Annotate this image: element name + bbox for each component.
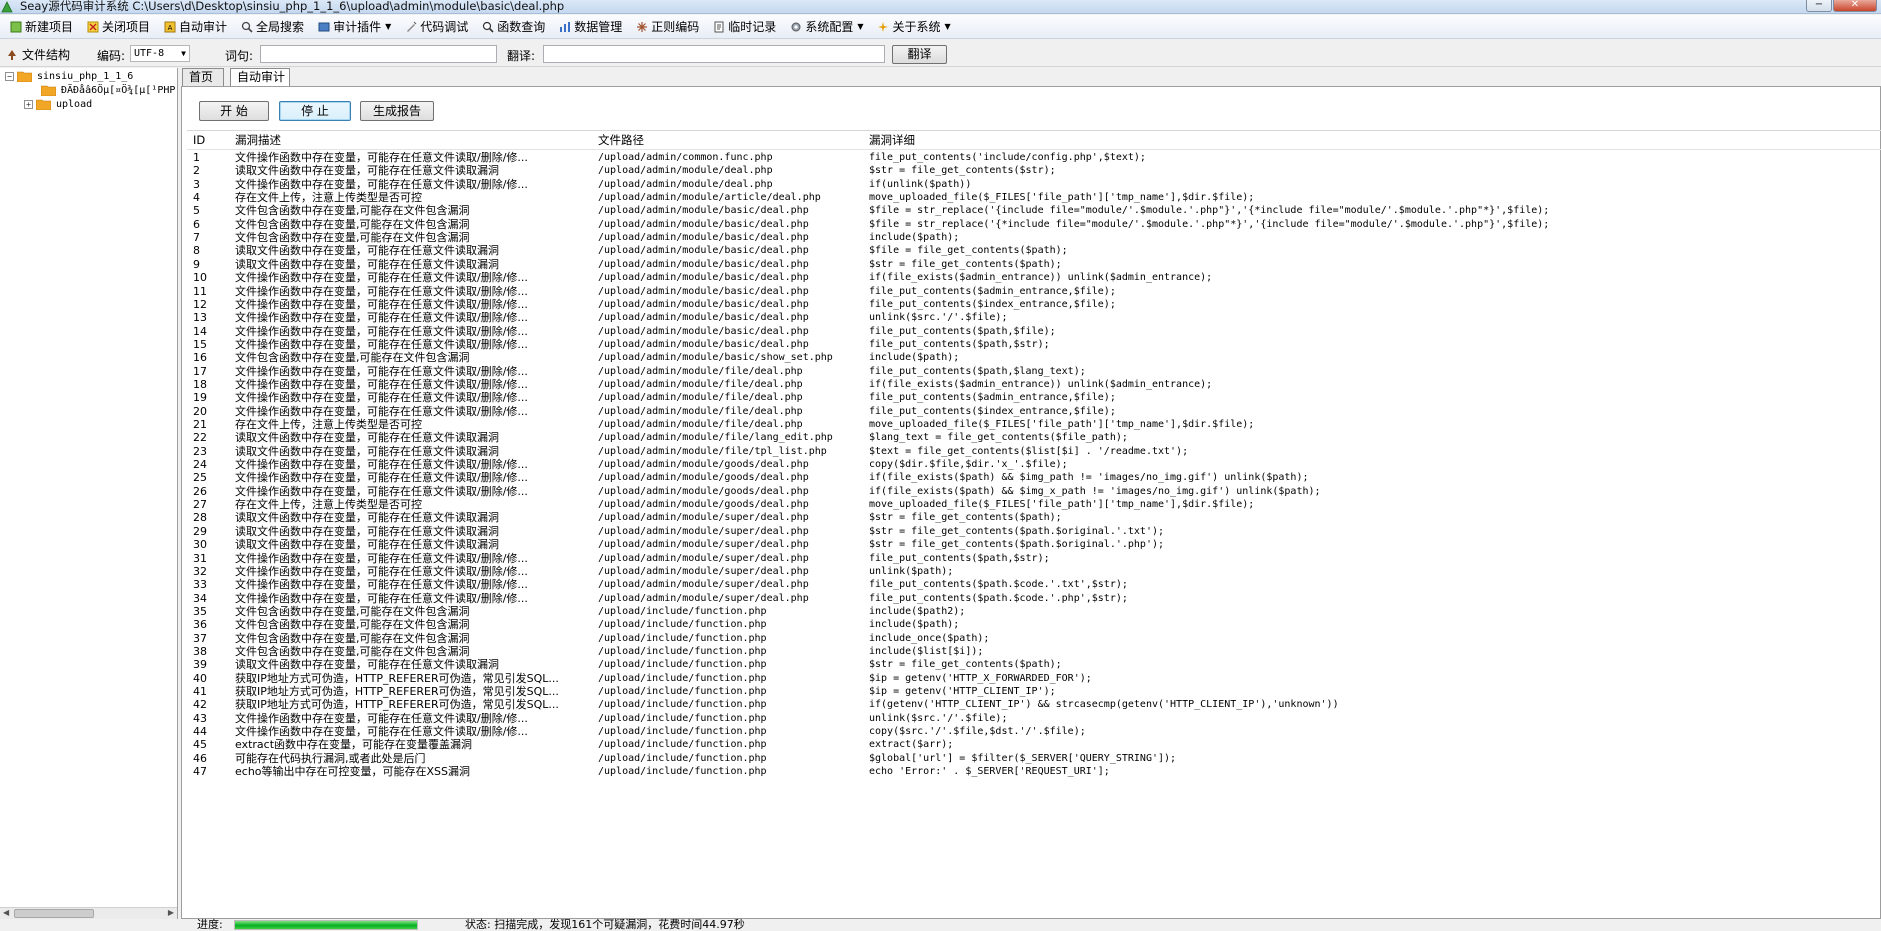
search-icon xyxy=(241,21,253,33)
menu-item-close[interactable]: 关闭项目 xyxy=(83,17,154,37)
menu-item-label: 临时记录 xyxy=(728,20,777,34)
tab-home[interactable]: 首页 xyxy=(182,68,224,87)
file-tree-toggle-button[interactable]: 文件结构 xyxy=(6,46,70,63)
menu-item-func[interactable]: 函数查询 xyxy=(478,17,549,37)
status-text: 状态: 扫描完成，发现161个可疑漏洞，花费时间44.97秒 xyxy=(465,918,745,931)
menu-item-plugin[interactable]: 审计插件 ▼ xyxy=(314,17,395,37)
menu-item-label: 关闭项目 xyxy=(102,20,151,34)
notes-icon xyxy=(714,21,724,32)
window-title: Seay源代码审计系统 C:\Users\d\Desktop\sinsiu_ph… xyxy=(20,0,565,13)
word-label: 词句: xyxy=(225,49,254,63)
table-row[interactable]: 47 echo等输出中存在可控变量，可能存在XSS漏洞/upload/includ… xyxy=(187,764,1881,780)
column-header-description[interactable]: 漏洞描述 xyxy=(235,131,571,149)
column-header-path[interactable]: 文件路径 xyxy=(598,131,863,149)
menu-item-data[interactable]: 数据管理 xyxy=(555,17,626,37)
row-detail: echo 'Error:' . $_SERVER['REQUEST_URI']; xyxy=(869,766,1110,778)
word-input[interactable] xyxy=(260,45,497,63)
row-description: echo等输出中存在可控变量，可能存在XSS漏洞 xyxy=(235,765,471,779)
menu-item-temp[interactable]: 临时记录 xyxy=(709,17,780,37)
progress-label: 进度: xyxy=(197,918,223,931)
menu-item-search[interactable]: 全局搜索 xyxy=(237,17,308,37)
row-file-path: /upload/include/function.php xyxy=(598,766,767,778)
encoding-label: 编码: xyxy=(97,49,126,63)
tree-icon xyxy=(8,49,16,60)
progress-fill xyxy=(235,921,417,929)
audit-panel: 开 始 停 止 生成报告 ID 漏洞描述 文件路径 漏洞详细 1 文件操作函数中存… xyxy=(181,86,1881,919)
menu-item-audit[interactable]: A 自动审计 xyxy=(160,17,231,37)
generate-report-button[interactable]: 生成报告 xyxy=(360,101,434,121)
tree-root-node[interactable]: − sinsiu_php_1_1_6 xyxy=(5,71,133,82)
menu-item-label: 新建项目 xyxy=(25,20,74,34)
gear-icon xyxy=(791,22,801,31)
encoding-select[interactable]: UTF-8 ▼ xyxy=(130,45,190,62)
menu-item-debug[interactable]: 代码调试 xyxy=(401,17,472,37)
file-tree-label: 文件结构 xyxy=(22,48,71,62)
menu-item-about[interactable]: 关于系统 ▼ xyxy=(873,17,954,37)
debug-icon xyxy=(407,21,417,32)
tree-horizontal-scrollbar[interactable]: ◀ ▶ xyxy=(0,907,177,919)
folder-icon xyxy=(41,85,56,96)
menu-item-label: 函数查询 xyxy=(497,20,546,34)
menu-item-config[interactable]: 系统配置 ▼ xyxy=(786,17,867,37)
menu-item-new[interactable]: 新建项目 xyxy=(6,17,77,37)
tree-node-label: upload xyxy=(56,99,93,110)
encoding-value: UTF-8 xyxy=(134,48,165,59)
expand-icon[interactable]: + xyxy=(24,100,33,109)
column-header-id[interactable]: ID xyxy=(193,131,233,149)
menu-item-label: 自动审计 xyxy=(179,20,228,34)
search-toolbar: 文件结构 编码: UTF-8 ▼ 词句: 翻译: 翻译 xyxy=(0,40,1881,67)
translate-button[interactable]: 翻译 xyxy=(892,45,947,64)
plugin-icon xyxy=(318,22,330,31)
scrollbar-thumb[interactable] xyxy=(14,909,94,918)
minimize-button[interactable]: − xyxy=(1806,0,1832,12)
row-id: 47 xyxy=(193,765,207,779)
tree-node-file[interactable]: ÐÄÐåâ6Öµ[¤Ö¾[µ[¹PHP xyxy=(41,85,175,96)
menu-item-regex[interactable]: 正则编码 xyxy=(632,17,703,37)
menu-item-label: 审计插件 xyxy=(333,20,382,34)
chevron-down-icon: ▼ xyxy=(857,22,864,31)
tree-node-label: ÐÄÐåâ6Öµ[¤Ö¾[µ[¹PHP xyxy=(61,85,176,96)
status-bar: 进度: 状态: 扫描完成，发现161个可疑漏洞，花费时间44.97秒 xyxy=(181,919,1881,931)
new-project-icon xyxy=(10,21,22,32)
menu-item-label: 关于系统 xyxy=(892,20,941,34)
translate-label: 翻译: xyxy=(507,49,536,63)
progress-bar xyxy=(234,920,418,930)
menu-item-label: 数据管理 xyxy=(574,20,623,34)
regex-icon xyxy=(637,21,648,32)
stop-button[interactable]: 停 止 xyxy=(279,101,351,121)
chevron-down-icon: ▼ xyxy=(181,49,186,58)
menu-item-label: 全局搜索 xyxy=(256,20,305,34)
main-toolbar: 新建项目 关闭项目 A 自动审计 全局搜索 审计插件 ▼ 代码调试 函数查询 数据管理 正则编码 临时… xyxy=(0,15,1881,39)
about-icon xyxy=(878,21,889,32)
folder-icon xyxy=(36,99,51,110)
column-header-detail[interactable]: 漏洞详细 xyxy=(869,131,1879,149)
scroll-left-icon[interactable]: ◀ xyxy=(3,908,9,917)
close-project-icon xyxy=(87,21,99,32)
menu-item-label: 正则编码 xyxy=(651,20,700,34)
translate-input[interactable] xyxy=(543,45,885,63)
app-logo-icon xyxy=(1,1,13,13)
auto-audit-icon: A xyxy=(164,21,176,32)
menu-item-label: 系统配置 xyxy=(805,20,854,34)
data-icon xyxy=(560,21,571,32)
tree-root-label: sinsiu_php_1_1_6 xyxy=(37,71,134,82)
collapse-icon[interactable]: − xyxy=(5,72,14,81)
tree-node-upload[interactable]: + upload xyxy=(24,99,92,110)
svg-text:A: A xyxy=(168,24,173,32)
close-window-button[interactable]: ✕ xyxy=(1833,0,1877,12)
scroll-right-icon[interactable]: ▶ xyxy=(168,908,174,917)
start-button[interactable]: 开 始 xyxy=(199,101,269,121)
folder-icon xyxy=(17,71,32,82)
chevron-down-icon: ▼ xyxy=(385,22,392,31)
file-tree-panel: − sinsiu_php_1_1_6 ÐÄÐåâ6Öµ[¤Ö¾[µ[¹PHP +… xyxy=(0,68,178,919)
title-bar: Seay源代码审计系统 C:\Users\d\Desktop\sinsiu_ph… xyxy=(0,0,1881,14)
tab-auto-audit[interactable]: 自动审计 xyxy=(230,68,290,88)
results-table: ID 漏洞描述 文件路径 漏洞详细 1 文件操作函数中存在变量，可能存在任意文件读… xyxy=(187,130,1881,918)
chevron-down-icon: ▼ xyxy=(944,22,951,31)
function-search-icon xyxy=(483,21,494,33)
menu-item-label: 代码调试 xyxy=(420,20,469,34)
